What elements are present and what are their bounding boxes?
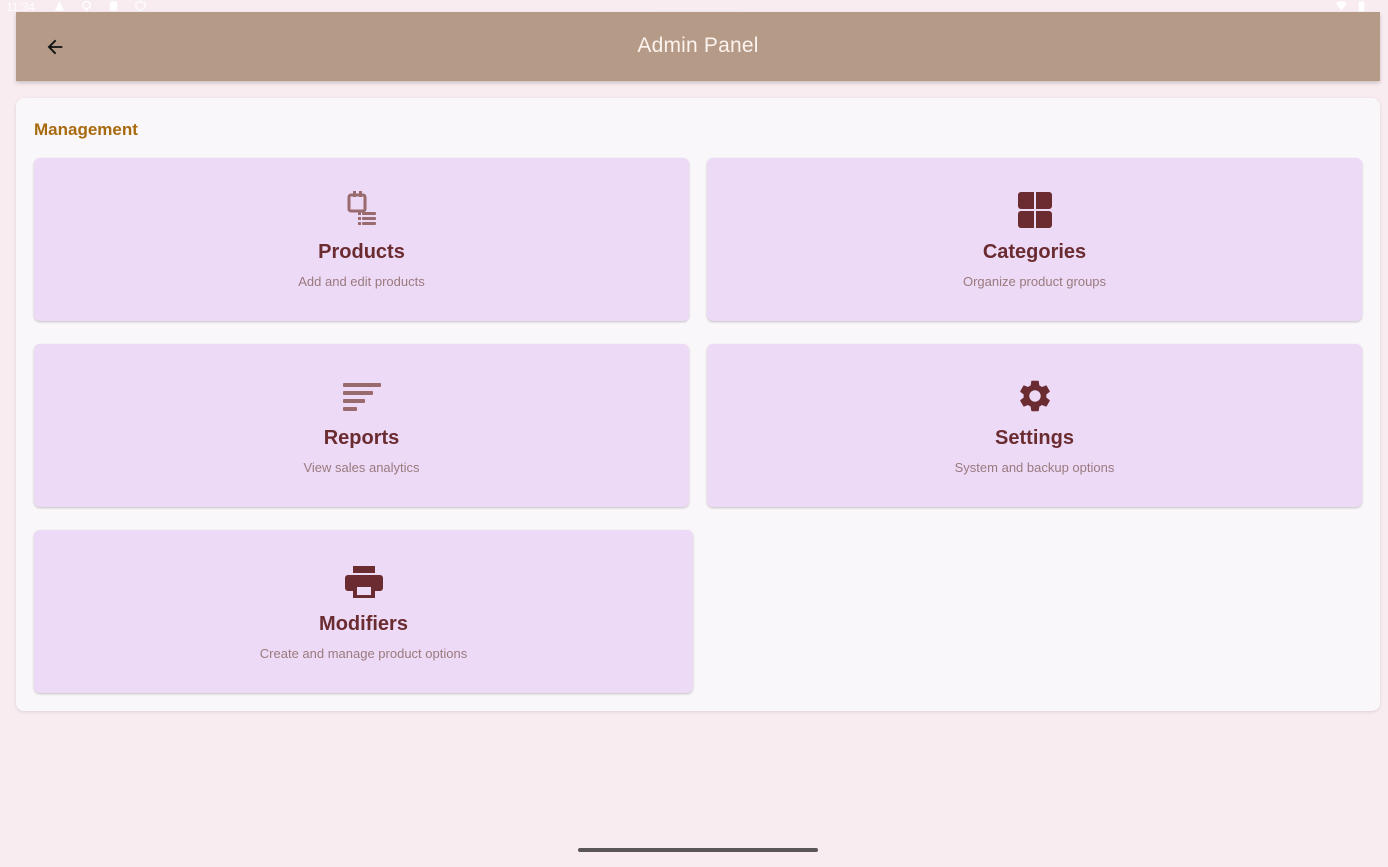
printer-icon [344, 562, 384, 602]
app-bar: Admin Panel [16, 12, 1380, 81]
modifiers-tile[interactable]: Modifiers Create and manage product opti… [34, 530, 693, 693]
gesture-nav-handle[interactable] [578, 848, 818, 852]
categories-tile[interactable]: Categories Organize product groups [707, 158, 1362, 321]
location-icon [82, 0, 91, 12]
tile-subtitle: Add and edit products [298, 274, 425, 289]
tile-title: Categories [982, 241, 1087, 263]
battery-icon [1358, 1, 1365, 12]
settings-tile[interactable]: Settings System and backup options [707, 344, 1362, 507]
sd-card-icon [109, 1, 118, 11]
tile-title: Reports [323, 427, 400, 449]
page-title: Admin Panel [637, 34, 759, 57]
reports-tile[interactable]: Reports View sales analytics [34, 344, 689, 507]
section-title: Management [34, 120, 138, 139]
warning-icon [54, 1, 65, 11]
tile-title: Settings [995, 427, 1074, 449]
grid-view-icon [1017, 190, 1053, 230]
tile-title: Products [318, 241, 405, 263]
tile-title: Modifiers [319, 613, 408, 635]
wifi-icon [1336, 1, 1347, 11]
tile-subtitle: Create and manage product options [259, 646, 468, 661]
shield-icon [135, 0, 146, 12]
inventory-icon [344, 190, 380, 230]
management-card: Management Products Add and edit product… [16, 98, 1380, 711]
tile-subtitle: Organize product groups [962, 274, 1107, 289]
sort-lines-icon [342, 376, 382, 416]
gear-icon [1016, 376, 1054, 416]
tile-subtitle: System and backup options [954, 460, 1115, 475]
products-tile[interactable]: Products Add and edit products [34, 158, 689, 321]
tile-subtitle: View sales analytics [303, 460, 420, 475]
